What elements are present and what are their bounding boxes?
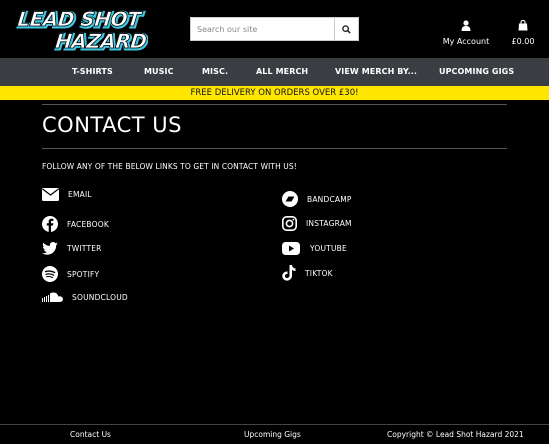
footer-copyright: Copyright © Lead Shot Hazard 2021 [387, 430, 524, 439]
free-delivery-banner: FREE DELIVERY ON ORDERS OVER £30! [0, 86, 549, 100]
main-nav: T-SHIRTS MUSIC MISC. ALL MERCH VIEW MERC… [0, 58, 549, 86]
contact-link-bandcamp[interactable]: BANDCAMP [282, 191, 352, 207]
nav-item-t-shirts[interactable]: T-SHIRTS [72, 58, 113, 86]
logo-line1: LEAD SHOT [16, 7, 143, 31]
tiktok-icon [282, 265, 296, 281]
site-header: LEAD SHOT LEAD SHOT HAZARD HAZARD My Acc… [0, 0, 549, 58]
contact-link-instagram-label: INSTAGRAM [306, 219, 352, 228]
bandcamp-icon [282, 191, 298, 207]
contact-link-soundcloud[interactable]: SOUNDCLOUD [42, 292, 128, 303]
contact-link-soundcloud-label: SOUNDCLOUD [72, 293, 128, 302]
contact-link-facebook-label: FACEBOOK [67, 219, 109, 229]
my-account-label: My Account [442, 37, 490, 46]
site-logo[interactable]: LEAD SHOT LEAD SHOT HAZARD HAZARD [14, 6, 150, 56]
contact-link-youtube-label: YOUTUBE [310, 244, 347, 253]
divider-title [42, 148, 507, 149]
contact-link-bandcamp-label: BANDCAMP [307, 194, 352, 204]
cart-total: £0.00 [511, 37, 535, 46]
envelope-icon [42, 188, 59, 201]
instagram-icon [282, 216, 297, 231]
intro-text: FOLLOW ANY OF THE BELOW LINKS TO GET IN … [42, 162, 297, 171]
twitter-icon [42, 242, 58, 255]
cart-link[interactable]: £0.00 [508, 16, 538, 46]
search-icon [342, 24, 351, 34]
soundcloud-icon [42, 292, 63, 302]
nav-item-misc[interactable]: MISC. [202, 58, 228, 86]
search-input[interactable] [191, 18, 336, 40]
contact-link-email-label: EMAIL [68, 190, 92, 199]
contact-link-email[interactable]: EMAIL [42, 188, 92, 201]
user-icon [461, 20, 471, 31]
logo-line2: HAZARD [54, 29, 148, 53]
contact-link-twitter-label: TWITTER [67, 244, 102, 253]
contact-link-twitter[interactable]: TWITTER [42, 242, 102, 255]
youtube-icon [282, 242, 300, 255]
contact-link-facebook[interactable]: FACEBOOK [42, 216, 109, 232]
search-box [190, 17, 359, 41]
site-footer: Contact Us Upcoming Gigs Copyright © Lea… [0, 424, 549, 444]
facebook-icon [42, 216, 58, 232]
spotify-icon [42, 266, 58, 282]
my-account-link[interactable]: My Account [440, 16, 492, 46]
contact-link-youtube[interactable]: YOUTUBE [282, 242, 347, 255]
shopping-bag-icon [518, 19, 528, 31]
nav-item-music[interactable]: MUSIC [144, 58, 174, 86]
contact-link-tiktok-label: TIKTOK [305, 268, 333, 278]
contact-link-spotify-label: SPOTIFY [67, 269, 100, 279]
contact-link-tiktok[interactable]: TIKTOK [282, 265, 333, 281]
contact-link-spotify[interactable]: SPOTIFY [42, 266, 99, 282]
nav-item-upcoming-gigs[interactable]: UPCOMING GIGS [439, 58, 514, 86]
divider-top [42, 104, 507, 105]
footer-link-contact[interactable]: Contact Us [70, 430, 111, 439]
page-title: CONTACT US [42, 113, 182, 137]
footer-link-upcoming-gigs[interactable]: Upcoming Gigs [244, 430, 301, 439]
search-button[interactable] [334, 18, 358, 40]
nav-item-all-merch[interactable]: ALL MERCH [256, 58, 308, 86]
nav-item-view-merch-by[interactable]: VIEW MERCH BY... [335, 58, 417, 86]
contact-link-instagram[interactable]: INSTAGRAM [282, 216, 352, 231]
